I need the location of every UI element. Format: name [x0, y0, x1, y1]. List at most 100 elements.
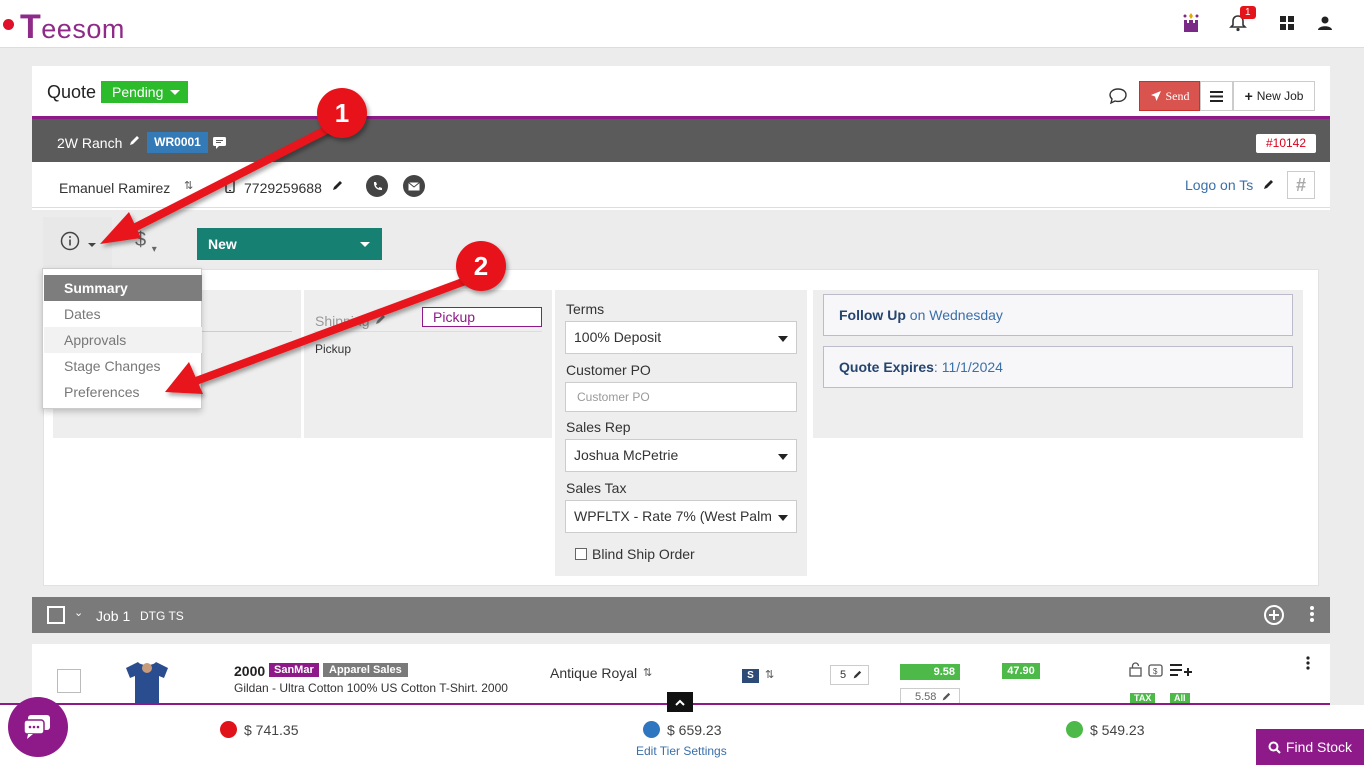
more-vertical-icon[interactable]: [1310, 605, 1314, 626]
info-tab[interactable]: [43, 217, 112, 269]
hamburger-menu-button[interactable]: [1200, 81, 1233, 111]
total-tier: $ 659.23: [643, 721, 722, 738]
pencil-icon[interactable]: [1262, 178, 1274, 194]
menu-item-summary[interactable]: Summary: [44, 275, 202, 301]
svg-text:$: $: [1153, 667, 1158, 676]
shipping-method-tag[interactable]: Pickup: [422, 307, 542, 327]
caret-down-icon: [88, 243, 96, 247]
mobile-phone-icon: [225, 177, 235, 196]
castle-icon[interactable]: [1180, 12, 1202, 34]
item-color[interactable]: Antique Royal: [550, 665, 637, 681]
follow-up-box[interactable]: Follow Up on Wednesday: [823, 294, 1293, 336]
swap-icon[interactable]: ⇅: [765, 668, 774, 681]
sales-tax-select[interactable]: WPFLTX - Rate 7% (West Palm: [565, 500, 797, 533]
quote-expires-box[interactable]: Quote Expires: 11/1/2024: [823, 346, 1293, 388]
phone-call-icon[interactable]: [366, 175, 388, 197]
add-circle-icon[interactable]: [1263, 604, 1285, 629]
more-vertical-icon[interactable]: [1306, 656, 1310, 673]
sales-rep-select[interactable]: Joshua McPetrie: [565, 439, 797, 472]
info-dropdown-menu: Summary Dates Approvals Stage Changes Pr…: [42, 268, 202, 409]
email-icon[interactable]: [403, 175, 425, 197]
chevron-up-icon: [675, 699, 685, 706]
stage-select[interactable]: New: [197, 228, 382, 260]
unit-price[interactable]: 9.58: [900, 664, 960, 680]
send-button[interactable]: Send: [1139, 81, 1200, 111]
swap-icon[interactable]: ⇅: [184, 179, 193, 192]
order-number-badge: #10142: [1256, 134, 1316, 153]
top-navbar: Teesom 1: [0, 0, 1364, 48]
pencil-icon[interactable]: [331, 179, 343, 195]
annotation-badge-2: 2: [456, 241, 506, 291]
all-tag[interactable]: All: [1170, 693, 1190, 703]
stopwatch-red-icon: [220, 721, 237, 738]
item-style-number[interactable]: 2000: [234, 663, 265, 679]
customer-name[interactable]: 2W Ranch: [57, 135, 122, 151]
plus-icon: +: [1244, 88, 1253, 104]
line-item-checkbox[interactable]: [57, 669, 81, 693]
quote-title: Quote: [47, 82, 97, 102]
live-chat-button[interactable]: [8, 697, 68, 757]
swap-icon[interactable]: ⇅: [643, 666, 652, 679]
new-job-button[interactable]: + New Job: [1233, 81, 1315, 111]
pencil-icon[interactable]: [128, 134, 140, 150]
message-icon[interactable]: [213, 136, 226, 152]
blind-ship-checkbox[interactable]: Blind Ship Order: [575, 546, 695, 562]
divider: [0, 703, 1330, 705]
size-badge: S: [742, 669, 759, 683]
pricing-tab[interactable]: $ ▾: [135, 229, 157, 255]
sales-rep-label: Sales Rep: [566, 419, 631, 435]
line-total: 47.90: [1002, 663, 1040, 679]
total-retail: $ 741.35: [220, 721, 299, 738]
money-bag-icon[interactable]: $: [1148, 662, 1163, 680]
terms-select[interactable]: 100% Deposit: [565, 321, 797, 354]
job-header: ⌄ Job 1 DTG TS: [32, 597, 1330, 633]
shipping-method-text: Pickup: [315, 342, 352, 356]
customer-po-label: Customer PO: [566, 362, 651, 378]
menu-item-preferences[interactable]: Preferences: [44, 379, 202, 405]
contact-phone[interactable]: 7729259688: [244, 180, 322, 196]
annotation-badge-1: 1: [317, 88, 367, 138]
job-checkbox[interactable]: [47, 606, 65, 624]
lock-icon[interactable]: [1129, 662, 1142, 680]
job-type: DTG TS: [140, 609, 184, 623]
tshirt-image: [124, 660, 170, 707]
pencil-icon[interactable]: [374, 313, 386, 329]
terms-label: Terms: [566, 301, 605, 317]
tax-tag[interactable]: TAX: [1130, 693, 1156, 703]
divider: [202, 331, 292, 332]
item-description: Gildan - Ultra Cotton 100% US Cotton T-S…: [234, 681, 508, 695]
menu-item-dates[interactable]: Dates: [44, 301, 202, 327]
supplier-tag: SanMar: [269, 663, 319, 677]
collapse-button[interactable]: [667, 692, 693, 712]
app-logo[interactable]: Teesom: [20, 8, 125, 47]
contact-row: Emanuel Ramirez ⇅ 7729259688 Logo on Ts: [32, 162, 1330, 208]
checkbox[interactable]: [575, 548, 587, 560]
sales-tax-label: Sales Tax: [566, 480, 627, 496]
status-dot: [3, 19, 14, 30]
menu-item-stage-changes[interactable]: Stage Changes: [44, 353, 202, 379]
info-circle-icon: [60, 231, 80, 254]
add-list-icon[interactable]: [1170, 663, 1192, 680]
search-icon: [1268, 741, 1281, 754]
category-tag: Apparel Sales: [323, 663, 408, 677]
chevron-down-icon[interactable]: ⌄: [74, 606, 83, 619]
total-cost: $ 549.23: [1066, 721, 1145, 738]
paper-plane-icon: [1150, 91, 1161, 101]
logo-link[interactable]: Logo on Ts: [1185, 177, 1253, 193]
pencil-icon: [853, 670, 862, 679]
quantity-input[interactable]: 5: [830, 665, 869, 685]
chat-icon: [23, 715, 50, 739]
contact-name[interactable]: Emanuel Ramirez: [59, 180, 170, 196]
customer-po-input[interactable]: Customer PO: [565, 382, 797, 412]
status-dropdown[interactable]: Pending: [101, 81, 188, 103]
find-stock-button[interactable]: Find Stock: [1256, 729, 1364, 765]
hashtag-button[interactable]: #: [1287, 171, 1315, 199]
comment-icon[interactable]: [1108, 87, 1128, 108]
shipping-label: Shipping: [315, 313, 370, 329]
customer-code-badge[interactable]: WR0001: [147, 132, 208, 153]
edit-tier-settings-link[interactable]: Edit Tier Settings: [636, 744, 727, 758]
pencil-icon: [942, 692, 951, 701]
user-icon[interactable]: [1314, 12, 1336, 34]
menu-item-approvals[interactable]: Approvals: [44, 327, 202, 353]
apps-grid-icon[interactable]: [1276, 12, 1298, 34]
